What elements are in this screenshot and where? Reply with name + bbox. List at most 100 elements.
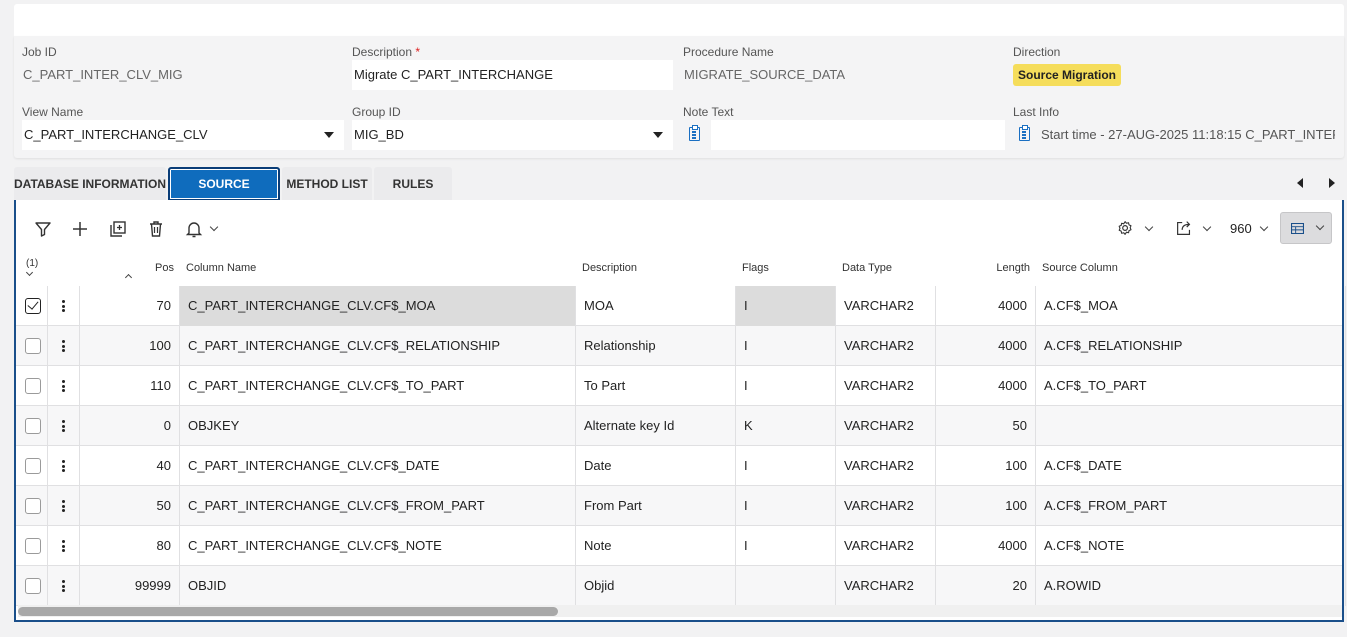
more-actions-icon[interactable] [62, 340, 65, 352]
notification-button[interactable] [183, 218, 223, 240]
filter-icon[interactable] [32, 218, 54, 240]
flags-cell[interactable]: I [736, 526, 836, 566]
add-icon[interactable] [69, 218, 91, 240]
description-cell[interactable]: Relationship [576, 326, 736, 366]
more-actions-icon[interactable] [62, 420, 65, 432]
column-name-cell[interactable]: C_PART_INTERCHANGE_CLV.CF$_TO_PART [180, 366, 576, 406]
more-actions-icon[interactable] [62, 300, 65, 312]
row-checkbox[interactable] [25, 458, 41, 474]
length-cell[interactable]: 20 [936, 566, 1036, 606]
note-icon[interactable] [689, 125, 700, 141]
col-data-type[interactable]: Data Type [842, 262, 892, 274]
row-checkbox[interactable] [25, 298, 41, 314]
row-checkbox[interactable] [25, 578, 41, 594]
pos-cell[interactable]: 70 [80, 286, 180, 326]
data-type-cell[interactable]: VARCHAR2 [836, 486, 936, 526]
column-name-cell[interactable]: C_PART_INTERCHANGE_CLV.CF$_FROM_PART [180, 486, 576, 526]
export-button[interactable] [1174, 218, 1212, 240]
table-row[interactable]: 110 C_PART_INTERCHANGE_CLV.CF$_TO_PART To … [16, 366, 1346, 406]
description-input[interactable]: Migrate C_PART_INTERCHANGE [352, 60, 673, 90]
col-column-name[interactable]: Column Name [186, 262, 256, 274]
page-size-select[interactable]: 960 [1230, 218, 1274, 240]
description-cell[interactable]: Note [576, 526, 736, 566]
source-column-cell[interactable]: A.CF$_NOTE [1036, 526, 1346, 566]
scroll-right-icon[interactable] [1329, 178, 1335, 188]
scrollbar-thumb[interactable] [18, 607, 558, 616]
flags-cell[interactable]: I [736, 486, 836, 526]
length-cell[interactable]: 4000 [936, 326, 1036, 366]
row-checkbox[interactable] [25, 498, 41, 514]
description-cell[interactable]: To Part [576, 366, 736, 406]
data-type-cell[interactable]: VARCHAR2 [836, 366, 936, 406]
col-pos[interactable]: Pos [16, 262, 174, 274]
table-layout-button[interactable] [1280, 212, 1332, 244]
table-row[interactable]: 100 C_PART_INTERCHANGE_CLV.CF$_RELATIONSH… [16, 326, 1346, 366]
column-name-cell[interactable]: C_PART_INTERCHANGE_CLV.CF$_NOTE [180, 526, 576, 566]
pos-cell[interactable]: 99999 [80, 566, 180, 606]
flags-cell[interactable]: K [736, 406, 836, 446]
description-cell[interactable]: MOA [576, 286, 736, 326]
sort-up-icon[interactable] [124, 273, 133, 282]
length-cell[interactable]: 100 [936, 486, 1036, 526]
tab-database-information[interactable]: DATABASE INFORMATION [14, 167, 166, 201]
tab-rules[interactable]: RULES [374, 167, 452, 201]
table-row[interactable]: 40 C_PART_INTERCHANGE_CLV.CF$_DATE Date I VA… [16, 446, 1346, 486]
data-type-cell[interactable]: VARCHAR2 [836, 286, 936, 326]
description-cell[interactable]: Objid [576, 566, 736, 606]
row-checkbox[interactable] [25, 538, 41, 554]
source-column-cell[interactable] [1036, 406, 1346, 446]
data-type-cell[interactable]: VARCHAR2 [836, 526, 936, 566]
flags-cell[interactable]: I [736, 446, 836, 486]
row-checkbox[interactable] [25, 418, 41, 434]
col-source-column[interactable]: Source Column [1042, 262, 1118, 274]
tab-source-mapping[interactable]: SOURCE MAPPING [168, 167, 280, 221]
table-row[interactable]: 50 C_PART_INTERCHANGE_CLV.CF$_FROM_PART Fr… [16, 486, 1346, 526]
data-type-cell[interactable]: VARCHAR2 [836, 566, 936, 606]
table-row[interactable]: 0 OBJKEY Alternate key Id K VARCHAR2 50 [16, 406, 1346, 446]
description-cell[interactable]: Alternate key Id [576, 406, 736, 446]
pos-cell[interactable]: 40 [80, 446, 180, 486]
more-actions-icon[interactable] [62, 540, 65, 552]
flags-cell[interactable]: I [736, 366, 836, 406]
source-column-cell[interactable]: A.CF$_RELATIONSHIP [1036, 326, 1346, 366]
duplicate-icon[interactable] [107, 218, 129, 240]
source-column-cell[interactable]: A.CF$_TO_PART [1036, 366, 1346, 406]
more-actions-icon[interactable] [62, 580, 65, 592]
more-actions-icon[interactable] [62, 380, 65, 392]
row-checkbox[interactable] [25, 338, 41, 354]
length-cell[interactable]: 4000 [936, 366, 1036, 406]
data-type-cell[interactable]: VARCHAR2 [836, 446, 936, 486]
row-checkbox[interactable] [25, 378, 41, 394]
note-text-input[interactable] [711, 120, 1005, 150]
column-name-cell[interactable]: C_PART_INTERCHANGE_CLV.CF$_MOA [180, 286, 576, 326]
table-row[interactable]: 80 C_PART_INTERCHANGE_CLV.CF$_NOTE Note I VA… [16, 526, 1346, 566]
more-actions-icon[interactable] [62, 460, 65, 472]
length-cell[interactable]: 100 [936, 446, 1036, 486]
data-type-cell[interactable]: VARCHAR2 [836, 326, 936, 366]
description-cell[interactable]: From Part [576, 486, 736, 526]
pos-cell[interactable]: 80 [80, 526, 180, 566]
source-column-cell[interactable]: A.CF$_DATE [1036, 446, 1346, 486]
length-cell[interactable]: 4000 [936, 286, 1036, 326]
column-name-cell[interactable]: OBJID [180, 566, 576, 606]
group-id-select[interactable]: MIG_BD [352, 120, 673, 150]
table-row[interactable]: 99999 OBJID Objid VARCHAR2 20 A.ROWID [16, 566, 1346, 606]
source-column-cell[interactable]: A.CF$_MOA [1036, 286, 1346, 326]
settings-button[interactable] [1116, 218, 1154, 240]
source-column-cell[interactable]: A.ROWID [1036, 566, 1346, 606]
source-column-cell[interactable]: A.CF$_FROM_PART [1036, 486, 1346, 526]
column-name-cell[interactable]: OBJKEY [180, 406, 576, 446]
pos-cell[interactable]: 50 [80, 486, 180, 526]
flags-cell[interactable]: I [736, 326, 836, 366]
length-cell[interactable]: 50 [936, 406, 1036, 446]
col-description[interactable]: Description [582, 262, 637, 274]
more-actions-icon[interactable] [62, 500, 65, 512]
flags-cell[interactable] [736, 566, 836, 606]
description-cell[interactable]: Date [576, 446, 736, 486]
info-note-icon[interactable] [1019, 125, 1030, 141]
col-length[interactable]: Length [936, 262, 1030, 274]
flags-cell[interactable]: I [736, 286, 836, 326]
column-name-cell[interactable]: C_PART_INTERCHANGE_CLV.CF$_RELATIONSHIP [180, 326, 576, 366]
view-name-select[interactable]: C_PART_INTERCHANGE_CLV [22, 120, 344, 150]
delete-icon[interactable] [145, 218, 167, 240]
